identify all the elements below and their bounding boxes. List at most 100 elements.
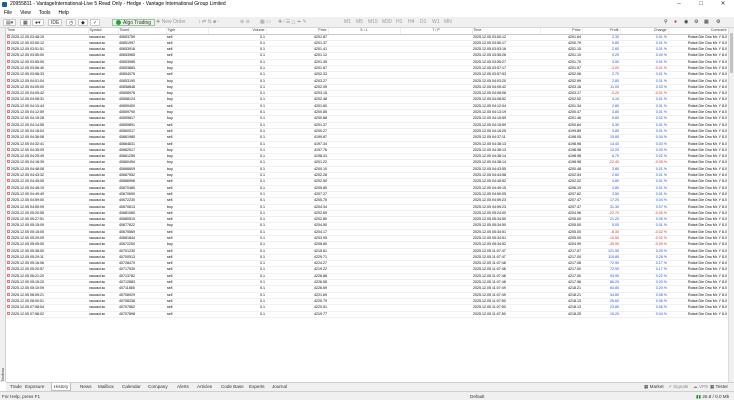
table-cell: 4218.25 [540, 311, 582, 318]
tab-trade[interactable]: Trade [8, 383, 24, 391]
close-icon[interactable]: ✕ [712, 0, 734, 9]
ide-button[interactable]: IDE [48, 19, 63, 26]
table-cell [328, 311, 400, 318]
deal-type-icon [7, 91, 10, 95]
scrollbar-thumb[interactable] [730, 33, 733, 73]
tab-history[interactable]: History [51, 383, 72, 391]
menu-file[interactable]: File [0, 9, 16, 17]
settings-gear-icon[interactable]: ⚙ [694, 19, 698, 26]
notifications-icon[interactable]: ● [674, 19, 677, 26]
deal-type-icon [7, 147, 10, 151]
deal-type-icon [7, 84, 10, 88]
deal-type-icon [7, 116, 10, 120]
account-icon[interactable]: ◉ [684, 19, 688, 26]
signals-link[interactable]: ↗ Signals [668, 383, 688, 391]
new-order-shortcut-button[interactable]: ✓ [90, 19, 101, 26]
terminal-window: 20955811 - VantageInternational-Live 5 R… [0, 0, 734, 400]
deal-type-icon [7, 311, 10, 315]
timeframe-w1[interactable]: W1 [432, 19, 440, 26]
deal-type-icon [7, 191, 10, 195]
tab-news[interactable]: News [78, 383, 94, 391]
deal-type-icon [7, 273, 10, 277]
new-chart-button[interactable]: ▤▾ [3, 19, 17, 26]
timeframe-h1[interactable]: H1 [396, 19, 402, 26]
timeframe-m5[interactable]: M5 [356, 19, 363, 26]
tab-experts[interactable]: Experts [247, 383, 267, 391]
table-cell: 0.04 % [620, 311, 668, 318]
deal-type-icon [7, 242, 10, 246]
toolbar: ▤▾ ▦ ●▾ IDE ◷ ◆ ✓ Algo Trading ✚ New Ord… [0, 17, 734, 28]
tab-alerts[interactable]: Alerts [175, 383, 191, 391]
tab-company[interactable]: Company [146, 383, 170, 391]
deal-type-icon [7, 128, 10, 132]
menu-tools[interactable]: Tools [35, 9, 55, 17]
deal-type-icon [7, 254, 10, 258]
deal-type-icon [7, 286, 10, 290]
toolbox-tabs: Trade Exposure History News Mailbox Cale… [6, 382, 734, 391]
deal-type-icon [7, 160, 10, 164]
status-help-text: For Help, press F1 [2, 394, 41, 399]
mql5-icon[interactable]: ⚙ [716, 19, 720, 26]
search-icon[interactable]: ⚲ [664, 19, 668, 26]
vps-link[interactable]: ☁ VPS [693, 383, 708, 391]
tab-journal[interactable]: Journal [270, 383, 289, 391]
table-cell: 2025.12.05 07:58:02 [6, 311, 88, 318]
tab-mailbox[interactable]: Mailbox [96, 383, 116, 391]
table-cell: 2025.12.05 11:07:50 [472, 311, 540, 318]
tab-code-base[interactable]: Code Base [219, 383, 246, 391]
vertical-scrollbar[interactable] [728, 28, 734, 382]
timeframe-m15[interactable]: M15 [368, 19, 378, 26]
deal-type-icon [7, 97, 10, 101]
market-icon[interactable]: ▦ [704, 19, 709, 26]
deal-type-icon [7, 217, 10, 221]
deal-type-icon [7, 223, 10, 227]
timeframe-m30[interactable]: M30 [382, 19, 392, 26]
table-cell: 15.20 [582, 311, 620, 318]
history-center-button[interactable]: ◷ [66, 19, 77, 26]
deal-type-icon [7, 185, 10, 189]
deal-type-icon [7, 135, 10, 139]
deal-type-icon [7, 179, 10, 183]
timeframe-mn[interactable]: MN [444, 19, 452, 26]
timeframe-d1[interactable]: D1 [420, 19, 426, 26]
profiles-button[interactable]: ▦ [20, 19, 31, 26]
chart-tools-icon: ↕ ⇄ ⇅ ■ ▫ [198, 19, 220, 25]
new-order-button[interactable]: ✚ New Order [156, 19, 186, 26]
deal-type-icon [7, 40, 10, 44]
algo-status-icon [116, 20, 121, 25]
app-logo-icon [2, 2, 7, 7]
timeframe-m1[interactable]: M1 [344, 19, 351, 26]
connection-icon: ▮▮ [696, 394, 702, 399]
table-row[interactable]: 2025.12.05 07:58:02 xauusd.sc 40707898 sell… [6, 311, 728, 318]
tab-calendar[interactable]: Calendar [120, 383, 143, 391]
deal-type-icon [7, 154, 10, 158]
strategy-button[interactable]: ◆ [78, 19, 88, 26]
table-cell: 4219.77 [266, 311, 328, 318]
market-watch-button[interactable]: ●▾ [32, 19, 44, 26]
menu-view[interactable]: View [16, 9, 35, 17]
deal-type-icon [7, 229, 10, 233]
deal-type-icon [7, 103, 10, 107]
deal-type-icon [7, 59, 10, 63]
algo-trading-button[interactable]: Algo Trading [112, 19, 156, 26]
tester-link[interactable]: ▦ Tester [710, 383, 728, 391]
maximize-icon[interactable]: □ [690, 0, 712, 9]
deal-type-icon [7, 204, 10, 208]
table-cell: 0.1 [208, 311, 266, 318]
deal-type-icon [7, 236, 10, 239]
tab-articles[interactable]: Articles [195, 383, 214, 391]
deal-type-icon [7, 280, 10, 284]
minimize-icon[interactable]: – [668, 0, 690, 9]
deal-type-icon [7, 248, 10, 252]
status-profile: Default [470, 394, 485, 399]
table-cell: xauusd.sc [88, 311, 118, 318]
deal-type-icon [7, 267, 10, 271]
deal-type-icon [7, 173, 10, 177]
crosshair-icon: ✚ ∕ ☰ △ ➠ ✎ [278, 19, 307, 25]
deal-type-icon [7, 47, 10, 51]
history-table-container: Time Symbol Ticket Type Volume Price S / LT / … [6, 28, 728, 382]
tab-exposure[interactable]: Exposure [23, 383, 46, 391]
timeframe-h4[interactable]: H4 [408, 19, 414, 26]
menu-help[interactable]: Help [55, 9, 73, 17]
market-link[interactable]: ▦ Market [644, 383, 664, 391]
